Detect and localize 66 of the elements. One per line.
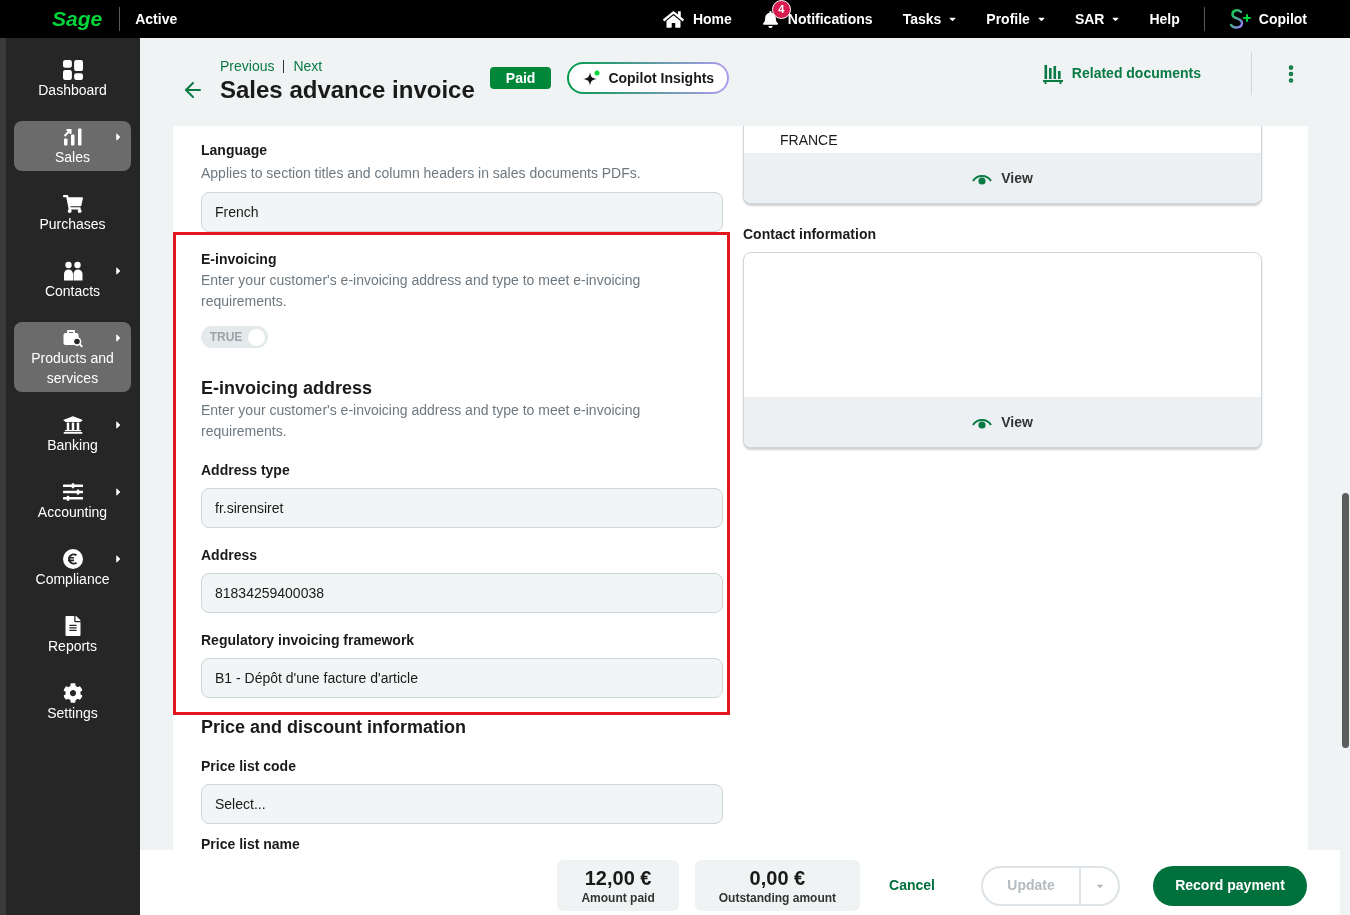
- view-button[interactable]: View: [744, 397, 1261, 447]
- nav-item[interactable]: Products and services: [14, 322, 131, 392]
- menu-button[interactable]: SAR: [1074, 8, 1120, 30]
- record-payment-button[interactable]: Record payment: [1153, 865, 1307, 906]
- cart-icon: [62, 194, 83, 214]
- settings-icon: [62, 683, 83, 703]
- field-label: E-invoicing: [201, 250, 278, 269]
- nav-item[interactable]: Contacts: [14, 255, 131, 305]
- country-text: FRANCE: [780, 132, 838, 148]
- field-label: Address: [201, 546, 259, 565]
- field-label: Price list code: [201, 757, 297, 776]
- rising-chart-icon: [62, 127, 83, 147]
- view-button[interactable]: View: [744, 153, 1261, 203]
- bell-icon: [761, 10, 779, 28]
- sparkle-icon: [582, 69, 601, 87]
- amount-value: 12,00 €: [584, 865, 652, 890]
- briefcase-search-icon: [62, 328, 83, 348]
- field-label: Price list name: [201, 835, 301, 850]
- cancel-link[interactable]: Cancel: [889, 875, 935, 896]
- field-label: Language: [201, 141, 269, 160]
- section-heading: Price and discount information: [201, 716, 468, 739]
- amount-value: 0,00 €: [749, 865, 806, 890]
- help-link[interactable]: Help: [1149, 8, 1180, 30]
- nav-item[interactable]: Purchases: [14, 188, 131, 238]
- logo-icon: [1228, 8, 1251, 30]
- next-link[interactable]: Next: [293, 55, 323, 77]
- text-field[interactable]: 81834259400038: [201, 573, 723, 613]
- home-link[interactable]: Home: [662, 8, 732, 30]
- nav-item[interactable]: Dashboard: [14, 54, 131, 104]
- page-title: Sales advance invoice: [220, 76, 475, 104]
- bank-icon: [62, 415, 83, 435]
- sliders-icon: [62, 482, 83, 502]
- home-icon: [662, 9, 684, 29]
- amount-label: Amount paid: [581, 889, 655, 906]
- related-documents-link[interactable]: Related documents: [1042, 63, 1201, 84]
- nav-item[interactable]: Settings: [14, 677, 131, 727]
- text-field[interactable]: B1 - Dépôt d'une facture d'article: [201, 658, 723, 698]
- menu-button[interactable]: Tasks: [902, 8, 957, 30]
- nav-item[interactable]: Compliance: [14, 543, 131, 593]
- toggle-knob: [248, 328, 265, 346]
- select-field[interactable]: Select...: [201, 784, 723, 824]
- nav-item[interactable]: Banking: [14, 409, 131, 459]
- bar-chart-icon: [1042, 63, 1063, 84]
- nav-item[interactable]: Accounting: [14, 476, 131, 526]
- field-description: Applies to section titles and column headers in sales documents PDFs.: [201, 164, 642, 183]
- logo: Sage: [52, 7, 103, 31]
- nav-item[interactable]: Sales: [14, 121, 131, 171]
- field-description: Enter your customer's e-invoicing address and type to meet e-invoicing requirements.: [201, 271, 642, 311]
- menu-button[interactable]: Profile: [986, 8, 1045, 30]
- field-label: Address type: [201, 461, 291, 480]
- previous-link[interactable]: Previous: [220, 55, 275, 77]
- field-label: Regulatory invoicing framework: [201, 631, 416, 650]
- status-text: Active: [135, 9, 178, 29]
- section-heading: E-invoicing address: [201, 377, 374, 400]
- field-label: Contact information: [743, 225, 877, 244]
- dashboard-icon: [62, 60, 83, 80]
- amount-label: Outstanding amount: [718, 889, 837, 906]
- people-icon: [62, 261, 83, 281]
- text-field[interactable]: French: [201, 192, 723, 232]
- field-description: Enter your customer's e-invoicing address and type to meet e-invoicing requirements.: [201, 401, 642, 441]
- copilot-button[interactable]: Copilot: [1228, 8, 1307, 30]
- euro-icon: [62, 549, 83, 569]
- nav-item[interactable]: Reports: [14, 610, 131, 660]
- status-badge: Paid: [489, 67, 552, 89]
- text-field[interactable]: fr.sirensiret: [201, 488, 723, 528]
- scrollbar-thumb[interactable]: [1341, 493, 1349, 748]
